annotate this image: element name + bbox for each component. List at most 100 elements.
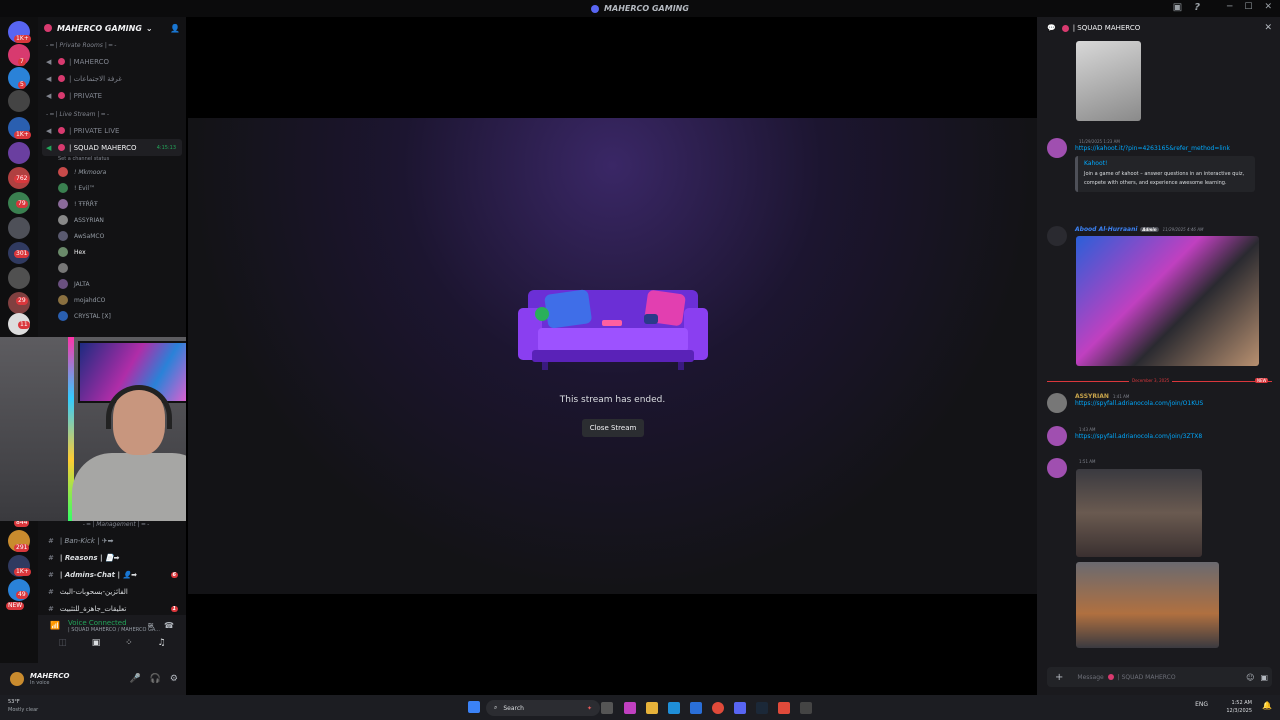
maximize-icon[interactable]: ☐ [1244, 2, 1252, 12]
avatar[interactable] [1047, 458, 1067, 478]
channel-dot-icon [1061, 24, 1069, 32]
channel-label: | Ban-Kick | ✈➡ [59, 536, 114, 545]
emoji-icon[interactable]: ☺ [1246, 673, 1254, 682]
soundboard-icon[interactable]: ♫ [157, 638, 165, 648]
server-icon[interactable] [8, 217, 30, 239]
activity-icon[interactable]: ⁘ [125, 638, 133, 648]
member-name: AwSaMCO [74, 232, 105, 240]
inbox-icon[interactable]: ▣ [1173, 2, 1182, 13]
task-view-icon[interactable] [601, 702, 613, 714]
member-name: JALTA [74, 280, 90, 288]
chat-image[interactable] [1076, 469, 1202, 557]
avatar [58, 279, 68, 289]
camera-icon[interactable]: ◫ [58, 638, 67, 648]
embed-title[interactable]: Kahoot! [1084, 160, 1249, 167]
discord-icon[interactable] [734, 702, 746, 714]
speaker-icon: ◀ [46, 57, 52, 66]
channel-status[interactable]: Set a channel status [38, 156, 186, 164]
apps-icon[interactable]: ▣ [1260, 673, 1268, 682]
store-icon[interactable] [690, 702, 702, 714]
chat-image[interactable] [1076, 236, 1259, 366]
avatar[interactable] [1047, 393, 1067, 413]
avatar[interactable] [1047, 138, 1067, 158]
close-window-icon[interactable]: ✕ [1264, 2, 1272, 12]
voice-channel[interactable]: ◀ | MAHERCO [38, 53, 186, 70]
avatar [58, 263, 68, 273]
edge-icon[interactable] [668, 702, 680, 714]
server-badge: 291 [14, 544, 30, 552]
avatar[interactable] [1047, 426, 1067, 446]
text-channel[interactable]: # | Admins-Chat | 👤➡ 6 [38, 566, 186, 583]
hash-icon: # [48, 604, 54, 613]
microphone-icon[interactable]: 🎤 [129, 674, 140, 684]
channel-label: الفائزين-بسحوبات-البث [59, 587, 128, 596]
server-icon[interactable] [8, 142, 30, 164]
hash-icon: # [48, 570, 54, 579]
server-header[interactable]: MAHERCO GAMING ⌄ 👤 [38, 17, 186, 39]
help-icon[interactable]: ? [1194, 2, 1200, 13]
voice-member[interactable]: ASSYRIAN [38, 212, 186, 228]
voice-channel[interactable]: ◀ | PRIVATE LIVE [38, 122, 186, 139]
server-icon[interactable] [8, 90, 30, 112]
category-private-rooms[interactable]: - ━ | Private Rooms | ━ - [38, 39, 186, 53]
minimize-icon[interactable]: ─ [1227, 2, 1232, 12]
text-channel[interactable]: # | Ban-Kick | ✈➡ [38, 532, 186, 549]
weather-desc: Mostly clear [8, 707, 39, 713]
app-icon[interactable] [800, 702, 812, 714]
chrome-icon[interactable] [712, 702, 724, 714]
search-icon: ⌕ [494, 704, 498, 711]
voice-member[interactable]: ! Mkmoora [38, 164, 186, 180]
close-icon[interactable]: ✕ [1264, 23, 1272, 33]
clock[interactable]: 1:52 AM 12/3/2025 [1226, 699, 1252, 715]
avatar [58, 199, 68, 209]
message-author[interactable]: Abood Al-Hurraani [1075, 226, 1137, 233]
voice-channel[interactable]: ◀ | غرفة الاجتماعات [38, 70, 186, 87]
avatar[interactable] [10, 672, 24, 686]
file-explorer-icon[interactable] [646, 702, 658, 714]
close-stream-button[interactable]: Close Stream [582, 419, 644, 437]
voice-channel[interactable]: ◀ | PRIVATE [38, 87, 186, 104]
text-channel[interactable]: # | Reasons | 📄➡ [38, 549, 186, 566]
voice-member[interactable]: mojahdCO [38, 292, 186, 308]
weather-widget[interactable]: 53°F Mostly clear [8, 698, 38, 714]
voice-member[interactable]: AwSaMCO [38, 228, 186, 244]
message-input[interactable]: + Message | SQUAD MAHERCO ☺ ▣ [1047, 667, 1272, 687]
chat-image[interactable] [1076, 41, 1141, 121]
voice-member[interactable]: Hex [38, 244, 186, 260]
voice-member[interactable] [38, 260, 186, 276]
voice-member[interactable]: ! ŦŦŔŘŦ [38, 196, 186, 212]
gear-icon[interactable]: ⚙ [170, 674, 178, 684]
screen-share-icon[interactable]: ▣ [92, 638, 101, 648]
message-author[interactable]: ASSYRIAN [1075, 393, 1109, 400]
copilot-icon[interactable] [624, 702, 636, 714]
noise-suppression-icon[interactable]: ≋ [147, 621, 154, 630]
message-link[interactable]: https://kahoot.it/?pin=4263165&refer_met… [1075, 145, 1272, 152]
server-badge: 7 [18, 58, 26, 66]
server-icon[interactable] [8, 267, 30, 289]
language-indicator[interactable]: ENG [1195, 701, 1208, 708]
windows-start-icon[interactable] [468, 701, 480, 713]
active-voice-channel[interactable]: ◀ | SQUAD MAHERCO 4:15:13 [42, 139, 182, 156]
server-name: MAHERCO GAMING [57, 23, 142, 33]
link-embed: Kahoot! Join a game of kahoot – answer q… [1075, 156, 1255, 192]
chat-image[interactable] [1076, 562, 1219, 648]
message-link[interactable]: https://spyfall.adrianocola.com/join/O1K… [1075, 400, 1272, 407]
headphones-icon[interactable]: 🎧 [150, 674, 161, 684]
voice-member[interactable]: ! Evil™ [38, 180, 186, 196]
category-live-stream[interactable]: - ━ | Live Stream | ━ - [38, 108, 186, 122]
plus-icon[interactable]: + [1055, 672, 1063, 683]
notification-bell-icon[interactable]: 🔔 [1262, 701, 1272, 710]
add-user-icon[interactable]: 👤 [170, 24, 180, 33]
voice-member[interactable]: JALTA [38, 276, 186, 292]
avatar[interactable] [1047, 226, 1067, 246]
voice-member[interactable]: CRYSTAL [X] [38, 308, 186, 324]
channel-dot-icon [58, 92, 65, 99]
message-link[interactable]: https://spyfall.adrianocola.com/join/3ZT… [1075, 433, 1272, 440]
avatar [58, 183, 68, 193]
channel-label: | Admins-Chat | 👤➡ [59, 570, 138, 579]
taskbar-search[interactable]: ⌕ Search ✦ [486, 700, 600, 716]
disconnect-icon[interactable]: ☎ [164, 621, 174, 630]
steam-icon[interactable] [756, 702, 768, 714]
app-icon[interactable] [778, 702, 790, 714]
text-channel[interactable]: # الفائزين-بسحوبات-البث [38, 583, 186, 600]
